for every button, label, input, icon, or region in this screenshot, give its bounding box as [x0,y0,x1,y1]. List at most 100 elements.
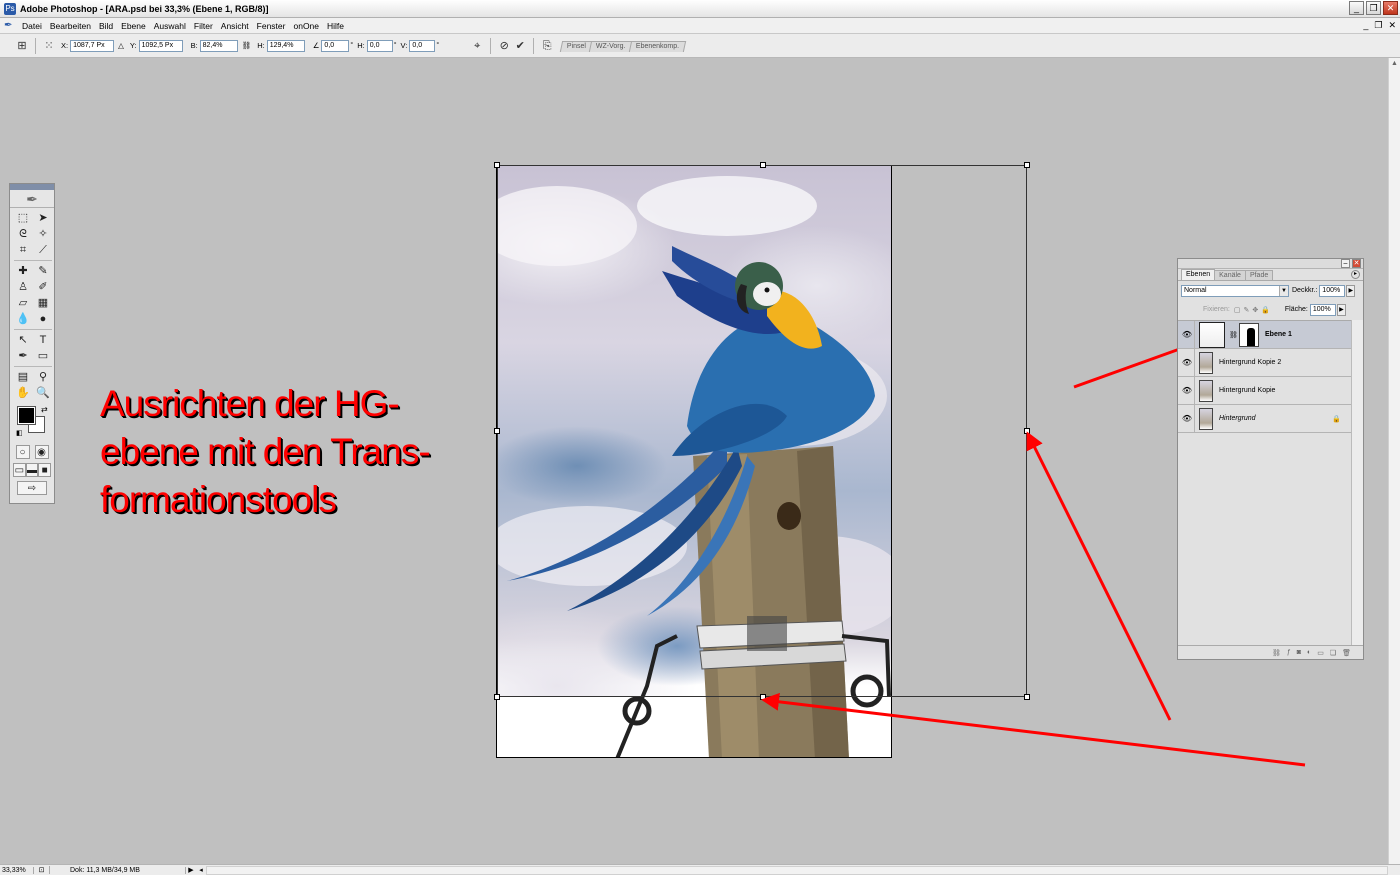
scroll-left-arrow-icon[interactable]: ◂ [196,866,206,874]
menu-hilfe[interactable]: Hilfe [323,18,348,34]
default-colors-icon[interactable]: ◧ [16,429,23,437]
panel-close-button[interactable]: ✕ [1352,259,1361,268]
well-tab-ebenenkomp[interactable]: Ebenenkomp. [628,40,687,52]
blur-icon[interactable]: 💧 [14,311,32,327]
blend-mode-select[interactable]: Normal ▼ [1181,284,1289,297]
menu-ansicht[interactable]: Ansicht [217,18,253,34]
eye-icon[interactable]: 👁 [1180,414,1194,423]
marquee-icon[interactable]: ⬚ [14,210,32,226]
fill-field[interactable]: 100% [1309,303,1336,316]
notes-icon[interactable]: ▤ [14,369,32,385]
link-icon[interactable]: ⛓ [1272,649,1281,657]
status-info-icon[interactable]: ⊡ [34,866,50,874]
full-screen-menu-icon[interactable]: ▬ [25,463,39,477]
transform-bounding-box[interactable] [494,162,1030,700]
magic-wand-icon[interactable]: ✧ [34,226,52,242]
relative-position-icon[interactable]: △ [118,41,124,50]
rotation-field[interactable]: 0,0 [321,39,350,52]
opacity-slider-button[interactable]: ▶ [1346,284,1356,297]
menu-ebene[interactable]: Ebene [117,18,150,34]
vertical-skew-field[interactable]: 0,0 [409,39,436,52]
mask-icon[interactable]: ◙ [1297,649,1301,656]
eye-icon[interactable]: 👁 [1180,358,1194,367]
warp-mode-icon[interactable]: ⌖ [469,38,485,54]
dodge-icon[interactable]: ● [34,311,52,327]
commit-transform-button[interactable]: ✔ [512,38,528,54]
layer-list-scrollbar[interactable] [1351,320,1363,645]
feather-header-icon[interactable]: ✒ [10,190,54,208]
workspace-horizontal-scrollbar[interactable] [206,865,1388,875]
opacity-field[interactable]: 100% [1319,284,1346,297]
workspace-vertical-scrollbar[interactable]: ▲ [1388,58,1400,864]
doc-restore-button[interactable]: ❐ [1374,20,1382,31]
layer-mask-thumbnail[interactable] [1239,322,1259,347]
link-proportions-icon[interactable]: ⛓ [242,41,252,50]
handle-top-center[interactable] [760,162,766,168]
layer-thumbnail[interactable] [1199,321,1225,348]
zoom-level[interactable]: 33,33% [0,866,34,874]
group-icon[interactable]: ▭ [1317,649,1324,657]
pen-icon[interactable]: ✒ [14,348,32,364]
close-button[interactable]: ✕ [1383,1,1398,15]
layers-panel-titlebar[interactable]: – ✕ [1178,259,1363,269]
eraser-icon[interactable]: ▱ [14,295,32,311]
layer-row[interactable]: 👁 Hintergrund Kopie 2 [1178,348,1351,377]
panel-menu-icon[interactable]: ▸ [1351,270,1360,279]
menu-bearbeiten[interactable]: Bearbeiten [46,18,95,34]
path-select-icon[interactable]: ↖ [14,332,32,348]
swap-colors-icon[interactable]: ⇄ [41,405,48,414]
doc-minimize-button[interactable]: _ [1363,20,1368,31]
gradient-icon[interactable]: ▦ [34,295,52,311]
tab-kanaele[interactable]: Kanäle [1214,270,1246,280]
menu-bild[interactable]: Bild [95,18,117,34]
history-brush-icon[interactable]: ✐ [34,279,52,295]
shape-icon[interactable]: ▭ [34,348,52,364]
move-icon[interactable]: ➤ [34,210,52,226]
doc-close-button[interactable]: ✕ [1388,20,1396,31]
stamp-icon[interactable]: ♙ [14,279,32,295]
tab-ebenen[interactable]: Ebenen [1181,269,1216,280]
cancel-transform-button[interactable]: ⊘ [496,38,512,54]
handle-middle-right[interactable] [1024,428,1030,434]
reference-point-icon[interactable]: ⁙ [41,38,57,54]
menu-auswahl[interactable]: Auswahl [150,18,190,34]
tab-pfade[interactable]: Pfade [1244,270,1274,280]
well-tab-wz-vorg[interactable]: WZ-Vorg. [589,40,633,52]
eyedropper-icon[interactable]: ⚲ [34,369,52,385]
layer-thumbnail[interactable] [1199,351,1213,374]
adjustment-icon[interactable]: ◐ [1307,649,1311,656]
layer-thumbnail[interactable] [1199,379,1213,402]
handle-bottom-center[interactable] [760,694,766,700]
brush-icon[interactable]: ✎ [34,263,52,279]
layer-row[interactable]: 👁 Hintergrund 🔒 [1178,404,1351,433]
x-position-field[interactable]: 1087,7 Px [70,39,115,52]
standard-mode-icon[interactable]: ○ [15,445,30,459]
full-screen-icon[interactable]: ■ [38,463,52,477]
horizontal-skew-field[interactable]: 0,0 [366,39,393,52]
menu-filter[interactable]: Filter [190,18,217,34]
menu-fenster[interactable]: Fenster [253,18,290,34]
slice-icon[interactable]: ⟋ [34,242,52,258]
eye-icon[interactable]: 👁 [1180,330,1194,339]
handle-top-left[interactable] [494,162,500,168]
link-icon[interactable]: ⛓ [1229,331,1238,339]
handle-bottom-left[interactable] [494,694,500,700]
type-icon[interactable]: T [34,332,52,348]
menu-onone[interactable]: onOne [289,18,323,34]
lock-icons[interactable]: ▢✎✥🔒 [1234,306,1273,314]
eye-icon[interactable]: 👁 [1180,386,1194,395]
transform-tool-icon[interactable]: ⊞ [14,38,30,54]
foreground-color-swatch[interactable] [17,406,36,425]
new-layer-icon[interactable]: ❏ [1330,649,1336,657]
layer-thumbnail[interactable] [1199,407,1213,430]
healing-icon[interactable]: ✚ [14,263,32,279]
width-scale-field[interactable]: 82,4% [199,39,238,52]
trash-icon[interactable]: 🗑 [1342,649,1351,657]
minimize-button[interactable]: _ [1349,1,1364,15]
panel-minimize-button[interactable]: – [1341,259,1350,268]
status-menu-arrow-icon[interactable]: ▶ [186,866,196,874]
layer-row[interactable]: 👁 ⛓ Ebene 1 [1178,320,1351,349]
layer-row[interactable]: 👁 Hintergrund Kopie [1178,376,1351,405]
y-position-field[interactable]: 1092,5 Px [138,39,183,52]
file-browser-icon[interactable]: ⎘ [539,38,555,54]
